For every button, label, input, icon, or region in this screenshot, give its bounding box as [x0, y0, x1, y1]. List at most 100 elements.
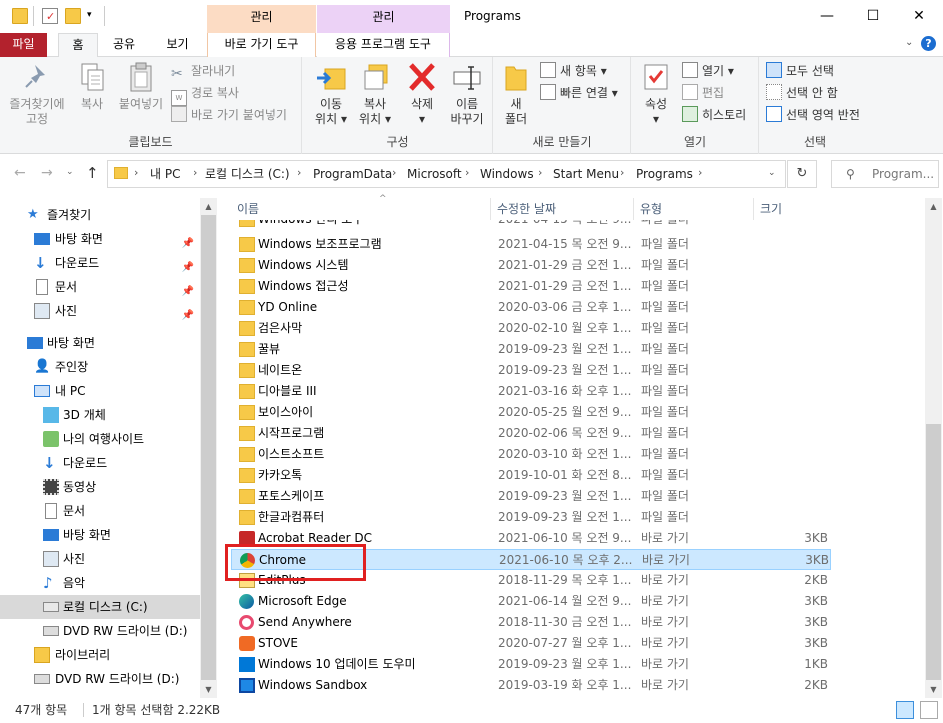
table-row[interactable]: Microsoft Edge 2021-06-14 월 오전 9... 바로 가기 3…: [231, 591, 831, 612]
tab-home[interactable]: 홈: [58, 33, 98, 58]
scroll-up-icon[interactable]: ▲: [200, 198, 217, 215]
table-row[interactable]: Windows 시스템 2021-01-29 금 오전 1... 파일 폴더: [231, 255, 831, 276]
new-item-button[interactable]: 새 항목 ▾: [540, 61, 607, 81]
properties-quick-icon[interactable]: ✓: [42, 8, 58, 24]
nav-dvd-drive-root[interactable]: DVD RW 드라이브 (D:): [0, 667, 200, 691]
breadcrumb-windows[interactable]: Windows: [480, 161, 534, 187]
scroll-down-icon[interactable]: ▼: [925, 681, 942, 698]
nav-dvd-drive[interactable]: DVD RW 드라이브 (D:): [0, 619, 200, 643]
open-button[interactable]: 열기 ▾: [682, 61, 734, 81]
column-name[interactable]: 이름: [231, 198, 491, 220]
table-row[interactable]: 검은사막 2020-02-10 월 오후 1... 파일 폴더: [231, 318, 831, 339]
nav-documents-pinned[interactable]: 문서 📌: [0, 275, 200, 299]
nav-music[interactable]: ♪ 음악: [0, 571, 200, 595]
pin-to-quick-access-button[interactable]: 즐겨찾기에 고정: [6, 61, 68, 127]
tab-view[interactable]: 보기: [155, 33, 200, 57]
paste-button[interactable]: 붙여넣기: [115, 61, 167, 112]
copy-to-button[interactable]: 복사 위치 ▾: [353, 61, 397, 127]
breadcrumb-this-pc[interactable]: 내 PC: [150, 161, 180, 187]
nav-scroll-thumb[interactable]: [201, 215, 216, 680]
close-button[interactable]: ✕: [896, 0, 942, 32]
nav-3d-objects[interactable]: 3D 개체: [0, 403, 200, 427]
column-size[interactable]: 크기: [754, 198, 831, 220]
nav-pictures[interactable]: 사진: [0, 547, 200, 571]
nav-travel-site[interactable]: 나의 여행사이트: [0, 427, 200, 451]
table-row[interactable]: 네이트온 2019-09-23 월 오전 1... 파일 폴더: [231, 360, 831, 381]
table-row[interactable]: Windows Sandbox 2019-03-19 화 오후 1... 바로 가기…: [231, 675, 831, 696]
recent-locations-icon[interactable]: ⌄: [66, 167, 74, 177]
rename-button[interactable]: 이름 바꾸기: [445, 61, 489, 127]
breadcrumb-start-menu[interactable]: Start Menu: [553, 161, 619, 187]
properties-button[interactable]: 속성 ▾: [636, 61, 676, 127]
nav-local-disk[interactable]: 로컬 디스크 (C:): [0, 595, 200, 619]
new-folder-quick-icon[interactable]: [65, 8, 81, 24]
nav-pictures-pinned[interactable]: 사진 📌: [0, 299, 200, 323]
nav-quick-access[interactable]: ★ 즐겨찾기: [0, 203, 200, 227]
copy-button[interactable]: 복사: [72, 61, 112, 112]
breadcrumb-microsoft[interactable]: Microsoft: [407, 161, 462, 187]
edit-button[interactable]: 편집: [682, 83, 724, 103]
nav-desktop-pinned[interactable]: 바탕 화면 📌: [0, 227, 200, 251]
tab-app-tools[interactable]: 응용 프로그램 도구: [317, 33, 450, 57]
nav-this-pc[interactable]: 내 PC: [0, 379, 200, 403]
breadcrumb-local-disk[interactable]: 로컬 디스크 (C:): [205, 161, 290, 187]
column-type[interactable]: 유형: [634, 198, 754, 220]
maximize-button[interactable]: ☐: [850, 0, 896, 32]
up-arrow-icon[interactable]: ↑: [86, 164, 99, 182]
scroll-up-icon[interactable]: ▲: [925, 198, 942, 215]
table-row[interactable]: YD Online 2020-03-06 금 오후 1... 파일 폴더: [231, 297, 831, 318]
minimize-button[interactable]: —: [804, 0, 850, 32]
paste-shortcut-button[interactable]: 바로 가기 붙여넣기: [171, 105, 287, 125]
easy-access-button[interactable]: 빠른 연결 ▾: [540, 83, 618, 103]
column-modified[interactable]: 수정한 날짜: [491, 198, 634, 220]
table-row[interactable]: 이스트소프트 2020-03-10 화 오전 1... 파일 폴더: [231, 444, 831, 465]
table-row[interactable]: STOVE 2020-07-27 월 오후 1... 바로 가기 3KB: [231, 633, 831, 654]
table-row[interactable]: 보이스아이 2020-05-25 월 오전 9... 파일 폴더: [231, 402, 831, 423]
select-all-button[interactable]: 모두 선택: [766, 61, 834, 81]
history-button[interactable]: 히스토리: [682, 105, 746, 125]
cut-button[interactable]: ✂ 잘라내기: [171, 61, 235, 82]
table-row[interactable]: 꿀뷰 2019-09-23 월 오전 1... 파일 폴더: [231, 339, 831, 360]
table-row[interactable]: Windows 접근성 2021-01-29 금 오전 1... 파일 폴더: [231, 276, 831, 297]
scroll-down-icon[interactable]: ▼: [200, 681, 217, 698]
forward-arrow-icon[interactable]: →: [41, 165, 53, 181]
move-to-button[interactable]: 이동 위치 ▾: [309, 61, 353, 127]
file-list-scroll-thumb[interactable]: [926, 424, 941, 680]
table-row[interactable]: 한글과컴퓨터 2019-09-23 월 오전 1... 파일 폴더: [231, 507, 831, 528]
table-row[interactable]: Windows 관리 도구 2021-04-15 목 오전 9... 파일 폴더: [231, 220, 831, 230]
new-folder-button[interactable]: 새 폴더: [500, 61, 532, 127]
tab-shortcut-tools[interactable]: 바로 가기 도구: [207, 33, 316, 57]
nav-libraries[interactable]: 라이브러리: [0, 643, 200, 667]
nav-desktop[interactable]: 바탕 화면: [0, 523, 200, 547]
tab-share[interactable]: 공유: [104, 33, 144, 57]
table-row[interactable]: 디아블로 III 2021-03-16 화 오후 1... 파일 폴더: [231, 381, 831, 402]
breadcrumb-programdata[interactable]: ProgramData: [313, 161, 392, 187]
ribbon-collapse-icon[interactable]: ⌄: [905, 37, 913, 48]
tab-file[interactable]: 파일: [0, 33, 47, 57]
refresh-icon[interactable]: ↻: [787, 160, 817, 188]
nav-desktop-root[interactable]: 바탕 화면: [0, 331, 200, 355]
table-row[interactable]: Send Anywhere 2018-11-30 금 오전 1... 바로 가기 3K…: [231, 612, 831, 633]
table-row[interactable]: 시작프로그램 2020-02-06 목 오전 9... 파일 폴더: [231, 423, 831, 444]
help-icon[interactable]: ?: [921, 36, 936, 51]
address-bar[interactable]: › 내 PC › 로컬 디스크 (C:) › ProgramData › Mic…: [107, 160, 786, 188]
large-icons-view-icon[interactable]: [920, 701, 938, 719]
delete-button[interactable]: 삭제 ▾: [402, 61, 442, 127]
nav-downloads-pinned[interactable]: ↓ 다운로드 📌: [0, 251, 200, 275]
invert-selection-button[interactable]: 선택 영역 반전: [766, 105, 860, 125]
table-row[interactable]: 포토스케이프 2019-09-23 월 오전 1... 파일 폴더: [231, 486, 831, 507]
nav-downloads[interactable]: ↓ 다운로드: [0, 451, 200, 475]
nav-user[interactable]: 👤 주인장: [0, 355, 200, 379]
nav-documents[interactable]: 문서: [0, 499, 200, 523]
copy-path-button[interactable]: W 경로 복사: [171, 83, 239, 106]
breadcrumb-programs[interactable]: Programs: [636, 161, 693, 187]
details-view-icon[interactable]: [896, 701, 914, 719]
table-row[interactable]: 카카오톡 2019-10-01 화 오전 8... 파일 폴더: [231, 465, 831, 486]
back-arrow-icon[interactable]: ←: [14, 165, 26, 181]
nav-scrollbar[interactable]: ▲ ▼: [200, 198, 217, 698]
table-row[interactable]: Windows 10 업데이트 도우미 2019-09-23 월 오후 1... 바…: [231, 654, 831, 675]
file-list-scrollbar[interactable]: ▲ ▼: [925, 198, 942, 698]
address-dropdown-icon[interactable]: ⌄: [768, 168, 776, 178]
table-row[interactable]: Windows 보조프로그램 2021-04-15 목 오전 9... 파일 폴더: [231, 234, 831, 255]
quick-access-dropdown-icon[interactable]: ▾: [87, 10, 92, 20]
